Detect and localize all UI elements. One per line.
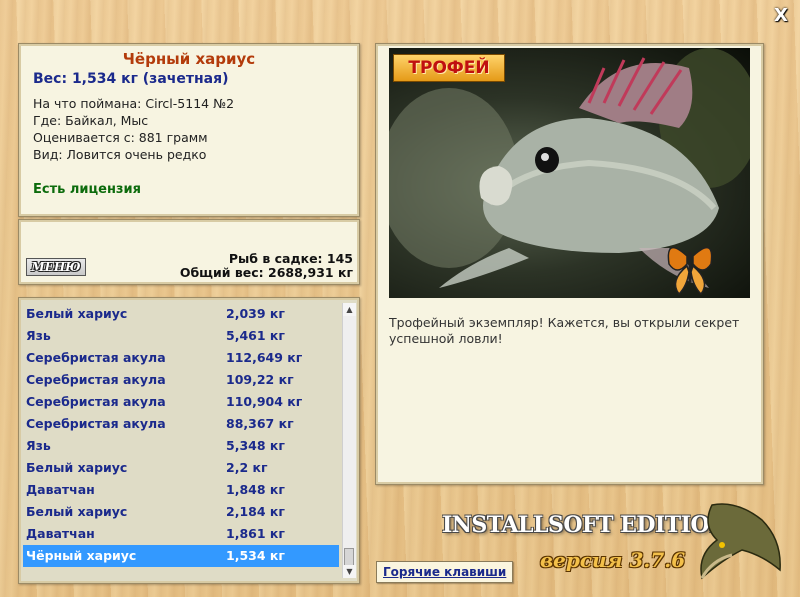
list-scrollbar[interactable]: ▲ ▼	[342, 303, 356, 578]
catch-weight: 1,534 кг	[226, 548, 285, 563]
catch-weight: 109,22 кг	[226, 372, 294, 387]
catch-weight: 88,367 кг	[226, 416, 294, 431]
fish-kind: Вид: Ловится очень редко	[33, 147, 207, 162]
catch-row[interactable]: Серебристая акула 110,904 кг	[23, 391, 339, 413]
trophy-panel: ТРОФЕЙ Трофейный экземпляр! Кажется, вы …	[375, 43, 764, 485]
fish-details: На что поймана: Circl-5114 №2 Где: Байка…	[33, 95, 234, 163]
catch-row[interactable]: Белый хариус 2,2 кг	[23, 457, 339, 479]
keepnet-summary-panel: МЕНЮ Рыб в садке: 145 Общий вес: 2688,93…	[18, 219, 360, 285]
close-icon[interactable]: X	[771, 6, 791, 26]
catch-name: Даватчан	[26, 482, 95, 497]
catch-name: Серебристая акула	[26, 394, 166, 409]
catch-row[interactable]: Белый хариус 2,184 кг	[23, 501, 339, 523]
catch-weight: 5,348 кг	[226, 438, 285, 453]
catch-weight: 112,649 кг	[226, 350, 303, 365]
keepnet-summary: Рыб в садке: 145 Общий вес: 2688,931 кг	[180, 252, 353, 280]
catch-row[interactable]: Серебристая акула 112,649 кг	[23, 347, 339, 369]
catch-weight: 2,184 кг	[226, 504, 285, 519]
catch-name: Серебристая акула	[26, 350, 166, 365]
fish-place: Где: Байкал, Мыс	[33, 113, 149, 128]
catch-list[interactable]: Белый хариус 2,039 кг Язь 5,461 кг Серебрист…	[23, 303, 339, 567]
catch-row[interactable]: Серебристая акула 109,22 кг	[23, 369, 339, 391]
fish-info-panel: Чёрный хариус Вес: 1,534 кг (зачетная) Н…	[18, 43, 360, 217]
fish-rated: Оценивается с: 881 грамм	[33, 130, 208, 145]
scroll-up-icon[interactable]: ▲	[343, 303, 356, 316]
pike-icon	[700, 503, 781, 580]
catch-weight: 1,848 кг	[226, 482, 285, 497]
catch-name: Серебристая акула	[26, 372, 166, 387]
trophy-caption: Трофейный экземпляр! Кажется, вы открыли…	[389, 315, 740, 346]
catch-weight: 2,039 кг	[226, 306, 285, 321]
catch-weight: 110,904 кг	[226, 394, 303, 409]
fish-illustration	[389, 48, 750, 296]
catch-name: Серебристая акула	[26, 416, 166, 431]
catch-name: Чёрный хариус	[26, 548, 137, 563]
catch-name: Белый хариус	[26, 306, 128, 321]
catch-weight: 1,861 кг	[226, 526, 285, 541]
fish-title: Чёрный хариус	[122, 50, 256, 68]
catch-name: Белый хариус	[26, 504, 128, 519]
catch-name: Белый хариус	[26, 460, 128, 475]
scroll-thumb[interactable]	[344, 548, 354, 566]
fish-weight: Вес: 1,534 кг (зачетная)	[33, 71, 229, 87]
catch-name: Даватчан	[26, 526, 95, 541]
catch-row[interactable]: Язь 5,348 кг	[23, 435, 339, 457]
trophy-badge: ТРОФЕЙ	[393, 54, 505, 82]
hotkeys-link[interactable]: Горячие клавиши	[376, 561, 514, 583]
catch-weight: 5,461 кг	[226, 328, 285, 343]
catch-row[interactable]: Белый хариус 2,039 кг	[23, 303, 339, 325]
catch-row[interactable]: Даватчан 1,848 кг	[23, 479, 339, 501]
brand-logo: INSTALLSOFT EDITION	[442, 512, 729, 538]
catch-weight: 2,2 кг	[226, 460, 268, 475]
catch-row[interactable]: Язь 5,461 кг	[23, 325, 339, 347]
scroll-down-icon[interactable]: ▼	[343, 565, 356, 578]
total-weight: Общий вес: 2688,931 кг	[179, 265, 353, 280]
fish-count: Рыб в садке: 145	[228, 251, 353, 266]
catch-row[interactable]: Даватчан 1,861 кг	[23, 523, 339, 545]
catch-row[interactable]: Серебристая акула 88,367 кг	[23, 413, 339, 435]
catch-name: Язь	[26, 328, 51, 343]
catch-row[interactable]: Чёрный хариус 1,534 кг	[23, 545, 339, 567]
version-label: версия 3.7.6	[540, 548, 686, 572]
catch-name: Язь	[26, 438, 51, 453]
fish-bait: На что поймана: Circl-5114 №2	[33, 96, 235, 111]
fish-photo: ТРОФЕЙ	[389, 48, 750, 298]
menu-button[interactable]: МЕНЮ	[26, 258, 86, 276]
license-status: Есть лицензия	[33, 182, 141, 197]
catch-list-panel: Белый хариус 2,039 кг Язь 5,461 кг Серебрист…	[18, 297, 360, 584]
